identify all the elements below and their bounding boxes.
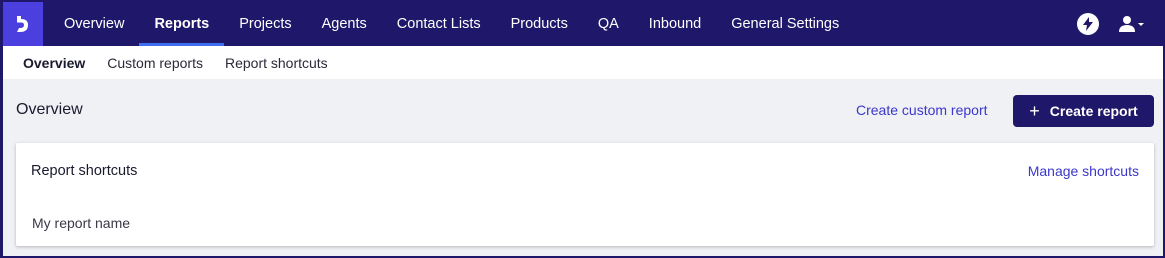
- nav-item-reports[interactable]: Reports: [139, 2, 225, 46]
- nav-item-inbound[interactable]: Inbound: [634, 2, 716, 46]
- lightning-bolt-icon[interactable]: [1077, 13, 1099, 35]
- nav-item-products[interactable]: Products: [496, 2, 583, 46]
- nav-right-tools: [1077, 2, 1163, 46]
- create-custom-report-link[interactable]: Create custom report: [856, 102, 988, 118]
- nav-item-agents[interactable]: Agents: [307, 2, 382, 46]
- user-menu-icon[interactable]: [1119, 15, 1145, 33]
- subnav-item-custom-reports[interactable]: Custom reports: [99, 55, 211, 71]
- report-shortcuts-card: Report shortcuts Manage shortcuts My rep…: [16, 143, 1154, 246]
- subnav-item-overview[interactable]: Overview: [15, 55, 93, 71]
- nav-item-overview[interactable]: Overview: [49, 2, 139, 46]
- sub-navigation: Overview Custom reports Report shortcuts: [3, 46, 1163, 79]
- report-shortcut-item[interactable]: My report name: [32, 215, 130, 231]
- nav-item-general-settings[interactable]: General Settings: [716, 2, 854, 46]
- nav-items: Overview Reports Projects Agents Contact…: [49, 2, 854, 46]
- manage-shortcuts-link[interactable]: Manage shortcuts: [1028, 163, 1139, 179]
- plus-icon: +: [1029, 101, 1040, 121]
- card-title: Report shortcuts: [31, 163, 138, 179]
- nav-item-projects[interactable]: Projects: [224, 2, 306, 46]
- create-report-label: Create report: [1049, 103, 1138, 119]
- nav-item-qa[interactable]: QA: [583, 2, 634, 46]
- nav-item-contact-lists[interactable]: Contact Lists: [382, 2, 496, 46]
- top-navigation: Overview Reports Projects Agents Contact…: [3, 2, 1163, 46]
- create-report-button[interactable]: + Create report: [1013, 95, 1154, 127]
- subnav-item-report-shortcuts[interactable]: Report shortcuts: [217, 55, 336, 71]
- page-title: Overview: [16, 101, 83, 118]
- app-frame: Overview Reports Projects Agents Contact…: [3, 2, 1163, 256]
- app-logo-icon[interactable]: [3, 2, 43, 46]
